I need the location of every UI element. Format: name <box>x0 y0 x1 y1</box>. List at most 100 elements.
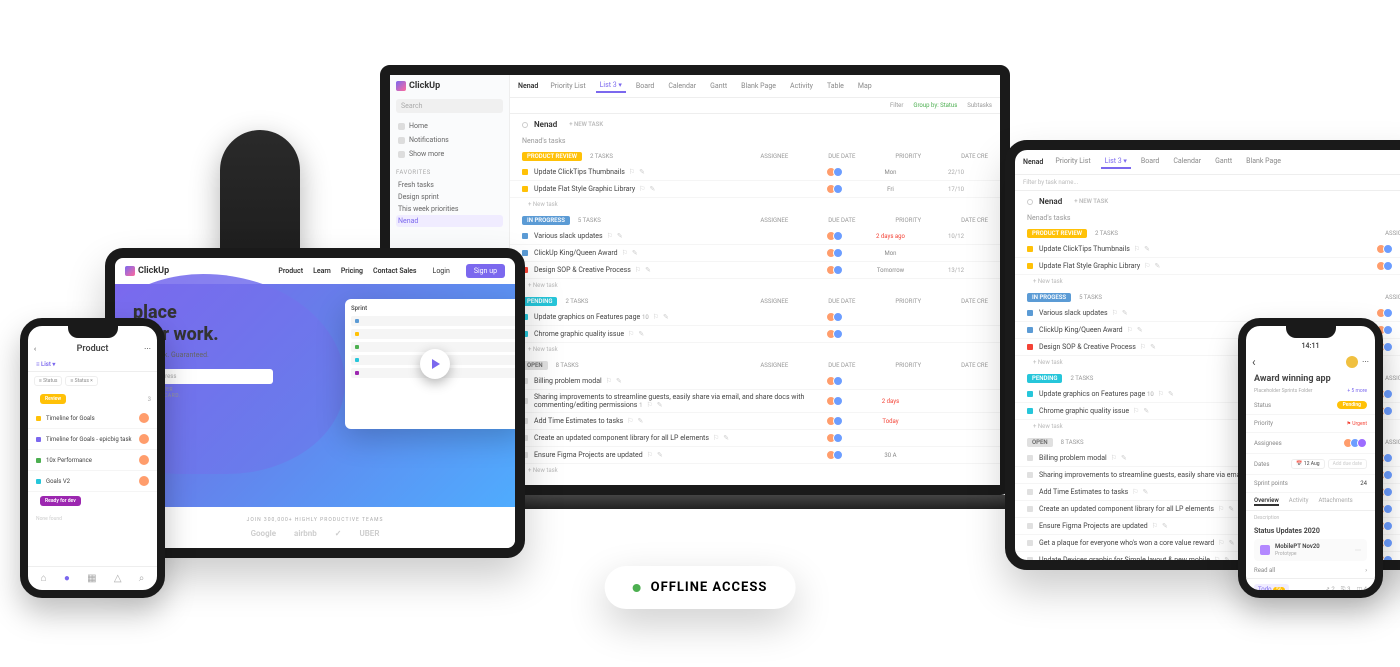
bell-icon[interactable]: △ <box>114 573 122 584</box>
attachment-card[interactable]: MobilePT Nov20Prototype⋯ <box>1254 539 1367 561</box>
priority-field[interactable]: Priority⚑ Urgent <box>1246 415 1375 433</box>
space-title[interactable]: Nenad+ NEW TASK <box>510 114 1000 135</box>
section-header[interactable]: IN PROGESS5 TASKSASSIGNEE <box>1015 288 1400 305</box>
section-header[interactable]: OPEN8 TASKSASSIGNEEDUE DATEPRIORITYDATE … <box>510 356 1000 373</box>
more-icon[interactable]: ⋯ <box>1362 358 1369 366</box>
task-item[interactable]: Goals V2 <box>28 471 157 492</box>
tab[interactable]: Overview <box>1254 497 1279 506</box>
todo-chip[interactable]: Todo 56 <box>1254 584 1289 595</box>
task-row[interactable]: Various slack updates⚐✎2 days ago10/12 <box>510 228 1000 245</box>
points-field[interactable]: Sprint points24 <box>1246 475 1375 493</box>
login-link[interactable]: Login <box>425 264 458 278</box>
view-tab[interactable]: Map <box>854 79 876 93</box>
avatar[interactable] <box>1346 356 1358 368</box>
back-icon[interactable]: ‹ <box>34 345 36 353</box>
stat-icon[interactable]: ◫ 4 <box>1356 586 1367 594</box>
favorite-item[interactable]: Nenad <box>396 215 503 227</box>
assignees-field[interactable]: Assignees <box>1246 433 1375 454</box>
new-task[interactable]: + New task <box>510 198 1000 211</box>
view-tab[interactable]: List 3 ▾ <box>596 79 626 93</box>
filter-chip[interactable]: ≡ Status × <box>65 376 97 386</box>
section-header[interactable]: PRODUCT REVIEW2 TASKSASSIGNEE <box>1015 224 1400 241</box>
task-item[interactable]: Timeline for Goals - epicbig task <box>28 429 157 450</box>
view-selector[interactable]: ≡ List ▾ <box>28 358 157 372</box>
stat-icon[interactable]: ⎘ 3 <box>1341 586 1351 594</box>
task-row[interactable]: Update ClickTips Thumbnails⚐✎Mon22/10 <box>510 164 1000 181</box>
play-icon[interactable] <box>420 349 450 379</box>
space-title[interactable]: Nenad+ NEW TASK <box>1015 191 1400 212</box>
filter-button[interactable]: Filter <box>890 102 903 109</box>
view-tab[interactable]: Priority List <box>546 79 589 93</box>
section-header[interactable]: PENDING2 TASKSASSIGNEEDUE DATEPRIORITYDA… <box>510 292 1000 309</box>
view-tab[interactable]: Board <box>1137 155 1163 169</box>
view-tab[interactable]: Gantt <box>1211 155 1236 169</box>
nav-link[interactable]: Contact Sales <box>373 267 417 275</box>
tab[interactable]: Attachments <box>1318 497 1352 506</box>
more-icon[interactable]: ⋯ <box>144 345 151 353</box>
nav-item[interactable]: Notifications <box>396 133 503 147</box>
nav-link[interactable]: Learn <box>313 267 331 275</box>
view-tab[interactable]: Blank Page <box>737 79 780 93</box>
task-row[interactable]: Add Time Estimates to tasks⚐✎Today <box>510 413 1000 430</box>
view-tab[interactable]: Priority List <box>1051 155 1094 169</box>
new-task[interactable]: + New task <box>1015 275 1400 288</box>
view-tab[interactable]: Blank Page <box>1242 155 1285 169</box>
filter-chip[interactable]: ≡ Status <box>34 376 62 386</box>
task-row[interactable]: Sharing improvements to streamline guest… <box>510 390 1000 413</box>
view-tab[interactable]: Calendar <box>1169 155 1205 169</box>
view-tab[interactable]: Table <box>823 79 848 93</box>
new-task[interactable]: + New task <box>510 343 1000 356</box>
app-nav-icon[interactable]: ● <box>64 573 70 584</box>
new-task[interactable]: + New task <box>510 464 1000 477</box>
task-row[interactable]: Design SOP & Creative Process⚐✎Tomorrow1… <box>510 262 1000 279</box>
back-icon[interactable]: ‹ <box>1252 355 1256 369</box>
status-field[interactable]: StatusPending <box>1246 396 1375 415</box>
signup-button[interactable]: Sign up <box>466 264 505 278</box>
breadcrumb[interactable]: Nenad <box>518 82 538 90</box>
view-tab[interactable]: List 3 ▾ <box>1101 155 1131 169</box>
dates-field[interactable]: Dates📅 12 AugAdd due date <box>1246 454 1375 475</box>
breadcrumb[interactable]: Nenad <box>1023 158 1043 166</box>
nav-item[interactable]: Home <box>396 119 503 133</box>
view-tab[interactable]: Activity <box>786 79 817 93</box>
task-row[interactable]: Chrome graphic quality issue⚐✎ <box>510 326 1000 343</box>
view-tab[interactable]: Calendar <box>664 79 700 93</box>
favorite-item[interactable]: Design sprint <box>396 191 503 203</box>
subtasks-button[interactable]: Subtasks <box>967 102 992 109</box>
status-badge-review[interactable]: Review <box>40 394 66 404</box>
status-badge-ready[interactable]: Ready for dev <box>40 496 81 506</box>
search-icon[interactable]: ⌕ <box>139 573 145 584</box>
task-row[interactable]: Update graphics on Features page 10⚐✎ <box>510 309 1000 326</box>
task-item[interactable]: 10x Performance <box>28 450 157 471</box>
task-row[interactable]: Billing problem modal⚐✎ <box>510 373 1000 390</box>
section-header[interactable]: IN PROGRESS5 TASKSASSIGNEEDUE DATEPRIORI… <box>510 211 1000 228</box>
favorite-item[interactable]: Fresh tasks <box>396 179 503 191</box>
favorite-item[interactable]: This week priorities <box>396 203 503 215</box>
nav-link[interactable]: Product <box>278 267 303 275</box>
grid-icon[interactable]: ▦ <box>87 573 96 584</box>
view-tab[interactable]: Board <box>632 79 658 93</box>
home-icon[interactable]: ⌂ <box>41 573 47 584</box>
task-row[interactable]: ClickUp King/Queen Award⚐✎Mon <box>510 245 1000 262</box>
list-title: Nenad's tasks <box>1015 212 1400 224</box>
nav-item[interactable]: Show more <box>396 147 503 161</box>
view-tab[interactable]: Gantt <box>706 79 731 93</box>
groupby-button[interactable]: Group by: Status <box>913 102 957 109</box>
task-row[interactable]: Update Flat Style Graphic Library⚐✎Fri17… <box>510 181 1000 198</box>
stat-icon[interactable]: ↗ 2 <box>1325 586 1335 594</box>
filter-input[interactable]: Filter by task name... <box>1015 175 1400 191</box>
brand-logo[interactable]: ClickUp <box>125 266 169 276</box>
task-row[interactable]: Create an updated component library for … <box>510 430 1000 447</box>
new-task[interactable]: + New task <box>510 279 1000 292</box>
search-input[interactable]: Search <box>396 99 503 113</box>
brand-logo[interactable]: ClickUp <box>396 81 503 91</box>
read-all[interactable]: Read all› <box>1246 563 1375 579</box>
task-item[interactable]: Timeline for Goals <box>28 408 157 429</box>
task-row[interactable]: Ensure Figma Projects are updated⚐✎30 A <box>510 447 1000 464</box>
tab[interactable]: Activity <box>1289 497 1309 506</box>
task-row[interactable]: Update ClickTips Thumbnails⚐✎ <box>1015 241 1400 258</box>
bottom-nav: ⌂ ● ▦ △ ⌕ <box>28 566 157 590</box>
task-row[interactable]: Update Flat Style Graphic Library⚐✎ <box>1015 258 1400 275</box>
section-header[interactable]: PRODUCT REVIEW2 TASKSASSIGNEEDUE DATEPRI… <box>510 147 1000 164</box>
nav-link[interactable]: Pricing <box>341 267 363 275</box>
